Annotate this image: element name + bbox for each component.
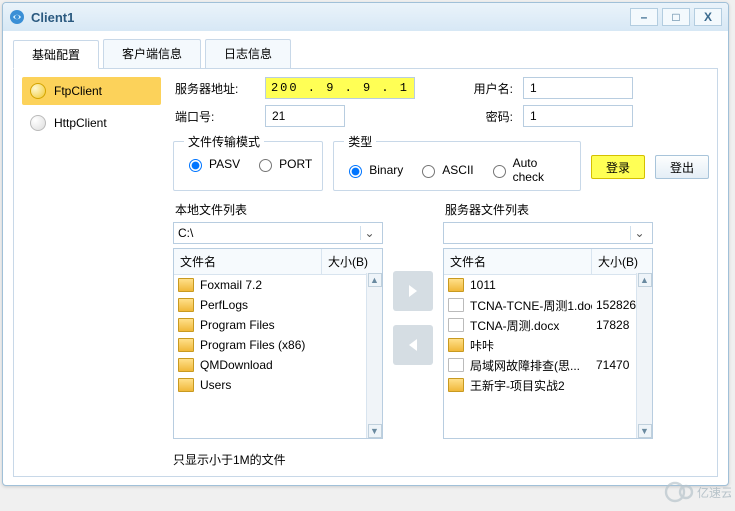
file-row[interactable]: PerfLogs bbox=[174, 295, 382, 315]
transfer-left-button[interactable] bbox=[393, 325, 433, 365]
server-address-input[interactable]: 200 . 9 . 9 . 1 bbox=[265, 77, 415, 99]
tab-log-info[interactable]: 日志信息 bbox=[205, 39, 291, 68]
close-button[interactable]: X bbox=[694, 8, 722, 26]
radio-port[interactable]: PORT bbox=[254, 156, 312, 172]
file-name: 王新宇-项目实战2 bbox=[468, 377, 592, 394]
col-size: 大小(B) bbox=[322, 249, 382, 274]
file-row[interactable]: Program Files (x86) bbox=[174, 335, 382, 355]
file-icon bbox=[448, 358, 464, 372]
file-name: QMDownload bbox=[198, 358, 322, 372]
tab-bar: 基础配置 客户端信息 日志信息 bbox=[13, 39, 718, 69]
port-input[interactable]: 21 bbox=[265, 105, 345, 127]
footnote-text: 只显示小于1M的文件 bbox=[167, 445, 709, 468]
file-name: TCNA-周测.docx bbox=[468, 317, 592, 334]
file-icon bbox=[448, 318, 464, 332]
titlebar: Client1 – □ X bbox=[3, 3, 728, 31]
col-size: 大小(B) bbox=[592, 249, 652, 274]
remote-path-combo[interactable]: ⌄ bbox=[443, 222, 653, 244]
file-row[interactable]: TCNA-周测.docx17828 bbox=[444, 315, 652, 335]
status-dot-icon bbox=[30, 115, 46, 131]
sidebar-item-httpclient[interactable]: HttpClient bbox=[22, 109, 161, 137]
app-logo-icon bbox=[9, 9, 25, 25]
radio-binary[interactable]: Binary bbox=[344, 162, 403, 178]
folder-icon bbox=[178, 338, 194, 352]
window-title: Client1 bbox=[31, 10, 626, 25]
scroll-down-icon[interactable]: ▼ bbox=[638, 424, 652, 438]
file-row[interactable]: 王新宇-项目实战2 bbox=[444, 375, 652, 395]
svg-text:亿速云: 亿速云 bbox=[697, 485, 731, 500]
login-button[interactable]: 登录 bbox=[591, 155, 645, 179]
col-filename: 文件名 bbox=[174, 249, 322, 274]
folder-icon bbox=[178, 318, 194, 332]
radio-ascii[interactable]: ASCII bbox=[417, 162, 473, 178]
file-name: Program Files (x86) bbox=[198, 338, 322, 352]
username-input[interactable]: 1 bbox=[523, 77, 633, 99]
legend-type: 类型 bbox=[344, 133, 376, 150]
local-list-title: 本地文件列表 bbox=[173, 197, 383, 222]
label-port: 端口号: bbox=[175, 108, 255, 125]
folder-icon bbox=[448, 278, 464, 292]
label-password: 密码: bbox=[465, 108, 513, 125]
folder-icon bbox=[178, 378, 194, 392]
file-row[interactable]: 咔咔 bbox=[444, 335, 652, 355]
remote-list-title: 服务器文件列表 bbox=[443, 197, 653, 222]
radio-pasv[interactable]: PASV bbox=[184, 156, 240, 172]
file-name: Program Files bbox=[198, 318, 322, 332]
group-type: 类型 Binary ASCII Auto check bbox=[333, 133, 581, 191]
folder-icon bbox=[448, 378, 464, 392]
status-dot-icon bbox=[30, 83, 46, 99]
minimize-button[interactable]: – bbox=[630, 8, 658, 26]
local-drive-combo[interactable]: C:\ ⌄ bbox=[173, 222, 383, 244]
file-row[interactable]: TCNA-TCNE-周测1.docx152826 bbox=[444, 295, 652, 315]
file-row[interactable]: Program Files bbox=[174, 315, 382, 335]
folder-icon bbox=[448, 338, 464, 352]
col-filename: 文件名 bbox=[444, 249, 592, 274]
file-name: Foxmail 7.2 bbox=[198, 278, 322, 292]
file-row[interactable]: QMDownload bbox=[174, 355, 382, 375]
chevron-down-icon: ⌄ bbox=[630, 226, 648, 240]
file-name: PerfLogs bbox=[198, 298, 322, 312]
tab-basic-config[interactable]: 基础配置 bbox=[13, 40, 99, 69]
chevron-down-icon: ⌄ bbox=[360, 226, 378, 240]
file-icon bbox=[448, 298, 464, 312]
scrollbar[interactable]: ▲ ▼ bbox=[366, 273, 382, 438]
label-server-address: 服务器地址: bbox=[175, 80, 255, 97]
transfer-right-button[interactable] bbox=[393, 271, 433, 311]
file-row[interactable]: 局域网故障排查(思...71470 bbox=[444, 355, 652, 375]
logout-button[interactable]: 登出 bbox=[655, 155, 709, 179]
tab-client-info[interactable]: 客户端信息 bbox=[103, 39, 201, 68]
folder-icon bbox=[178, 358, 194, 372]
maximize-button[interactable]: □ bbox=[662, 8, 690, 26]
remote-file-list[interactable]: 文件名 大小(B) ▲ ▼ 1011 TCNA-TCNE-周测1.docx1528… bbox=[443, 248, 653, 439]
label-username: 用户名: bbox=[465, 80, 513, 97]
sidebar-item-label: HttpClient bbox=[54, 116, 107, 130]
file-name: Users bbox=[198, 378, 322, 392]
password-input[interactable]: 1 bbox=[523, 105, 633, 127]
file-row[interactable]: Users bbox=[174, 375, 382, 395]
legend-transfer-mode: 文件传输模式 bbox=[184, 133, 264, 150]
file-name: 咔咔 bbox=[468, 337, 592, 354]
remote-file-list-group: 服务器文件列表 ⌄ 文件名 大小(B) ▲ ▼ bbox=[443, 197, 653, 439]
file-row[interactable]: 1011 bbox=[444, 275, 652, 295]
scroll-up-icon[interactable]: ▲ bbox=[638, 273, 652, 287]
file-name: 1011 bbox=[468, 278, 592, 292]
radio-autocheck[interactable]: Auto check bbox=[488, 156, 570, 184]
local-file-list[interactable]: 文件名 大小(B) ▲ ▼ Foxmail 7.2 PerfLogs Program… bbox=[173, 248, 383, 439]
group-transfer-mode: 文件传输模式 PASV PORT bbox=[173, 133, 323, 191]
client-sidebar: FtpClient HttpClient bbox=[22, 77, 167, 468]
scroll-up-icon[interactable]: ▲ bbox=[368, 273, 382, 287]
file-row[interactable]: Foxmail 7.2 bbox=[174, 275, 382, 295]
folder-icon bbox=[178, 298, 194, 312]
sidebar-item-ftpclient[interactable]: FtpClient bbox=[22, 77, 161, 105]
local-file-list-group: 本地文件列表 C:\ ⌄ 文件名 大小(B) ▲ bbox=[173, 197, 383, 439]
folder-icon bbox=[178, 278, 194, 292]
sidebar-item-label: FtpClient bbox=[54, 84, 102, 98]
file-name: TCNA-TCNE-周测1.docx bbox=[468, 297, 592, 314]
scrollbar[interactable]: ▲ ▼ bbox=[636, 273, 652, 438]
watermark-logo: 亿速云 bbox=[661, 478, 731, 509]
file-name: 局域网故障排查(思... bbox=[468, 357, 592, 374]
scroll-down-icon[interactable]: ▼ bbox=[368, 424, 382, 438]
